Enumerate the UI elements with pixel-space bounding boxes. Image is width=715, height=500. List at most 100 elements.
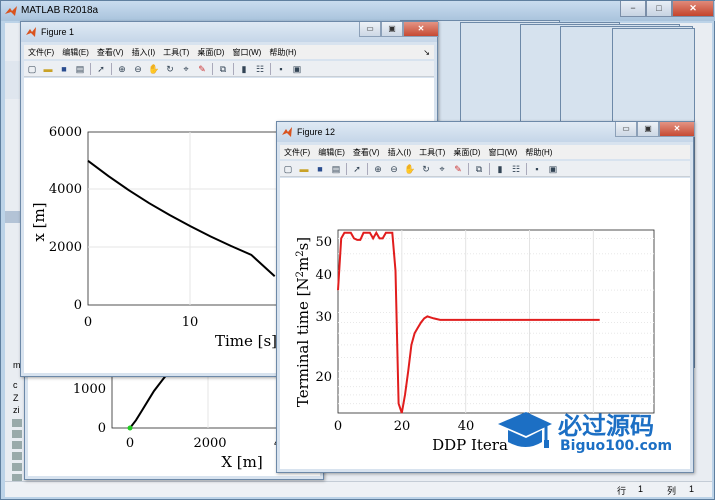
fig1-ytick-2000: 2000 <box>49 240 82 255</box>
fig12-ytick-30: 30 <box>315 310 332 325</box>
menu-view[interactable]: 查看(V) <box>349 147 384 158</box>
menu-help[interactable]: 帮助(H) <box>265 47 300 58</box>
open-folder-icon[interactable]: ▬ <box>42 63 54 75</box>
fig1-ytick-6000: 6000 <box>49 125 82 140</box>
minimize-button[interactable]: − <box>620 1 646 17</box>
menu-desktop[interactable]: 桌面(D) <box>449 147 484 158</box>
open-folder-icon[interactable]: ▬ <box>298 163 310 175</box>
rotate-3d-icon[interactable]: ↻ <box>420 163 432 175</box>
hide-tools-icon[interactable]: ▪ <box>275 63 287 75</box>
variable-icons-column <box>12 419 22 481</box>
watermark: 必过源码 Biguo100.com <box>496 404 692 460</box>
dock-arrow-icon[interactable]: ↘ <box>419 48 434 57</box>
graduation-cap-logo-icon <box>498 412 552 448</box>
data-cursor-icon[interactable]: ⌖ <box>436 163 448 175</box>
figure-12-title: Figure 12 <box>297 127 336 137</box>
zoom-out-icon[interactable]: ⊖ <box>388 163 400 175</box>
brush-icon[interactable]: ✎ <box>196 63 208 75</box>
figure-1-toolbar: ▢ ▬ ■ ▤ ➚ ⊕ ⊖ ✋ ↻ ⌖ ✎ ⧉ ▮ ☷ ▪ ▣ <box>24 61 434 77</box>
rotate-3d-icon[interactable]: ↻ <box>164 63 176 75</box>
figure-1-menubar: 文件(F) 编辑(E) 查看(V) 插入(I) 工具(T) 桌面(D) 窗口(W… <box>24 45 434 59</box>
colorbar-icon[interactable]: ▮ <box>494 163 506 175</box>
link-plot-icon[interactable]: ⧉ <box>217 63 229 75</box>
fig12-ytick-50: 50 <box>315 235 332 250</box>
menu-window[interactable]: 窗口(W) <box>484 147 521 158</box>
toolbar-separator <box>526 162 527 175</box>
new-file-icon[interactable]: ▢ <box>26 63 38 75</box>
menu-edit[interactable]: 编辑(E) <box>58 47 93 58</box>
print-icon[interactable]: ▤ <box>74 63 86 75</box>
figure-12-toolbar: ▢ ▬ ■ ▤ ➚ ⊕ ⊖ ✋ ↻ ⌖ ✎ ⧉ ▮ ☷ ▪ ▣ <box>280 161 690 177</box>
pan-hand-icon[interactable]: ✋ <box>148 63 160 75</box>
lower-ytick-1000: 1000 <box>73 382 106 397</box>
menu-tools[interactable]: 工具(T) <box>415 147 449 158</box>
minimize-button[interactable]: ▭ <box>615 122 637 137</box>
lower-xtick-2000: 2000 <box>193 436 226 451</box>
figure-1-window-controls: ▭ ▣ ✕ <box>359 22 439 38</box>
menu-file[interactable]: 文件(F) <box>280 147 314 158</box>
start-marker <box>127 425 133 431</box>
save-icon[interactable]: ■ <box>314 163 326 175</box>
menu-desktop[interactable]: 桌面(D) <box>193 47 228 58</box>
watermark-url: Biguo100.com <box>560 438 673 454</box>
data-cursor-icon[interactable]: ⌖ <box>180 63 192 75</box>
figure-icon <box>282 127 292 137</box>
menu-help[interactable]: 帮助(H) <box>521 147 556 158</box>
maximize-button[interactable]: □ <box>646 1 672 17</box>
status-col-label: 列 <box>667 486 677 496</box>
menu-edit[interactable]: 编辑(E) <box>314 147 349 158</box>
maximize-button[interactable]: ▣ <box>381 22 403 37</box>
toolbar-separator <box>90 62 91 75</box>
pointer-icon[interactable]: ➚ <box>95 63 107 75</box>
legend-icon[interactable]: ☷ <box>510 163 522 175</box>
menu-tools[interactable]: 工具(T) <box>159 47 193 58</box>
figure-12-menubar: 文件(F) 编辑(E) 查看(V) 插入(I) 工具(T) 桌面(D) 窗口(W… <box>280 145 690 159</box>
main-window-controls: − □ ✕ <box>620 1 714 19</box>
pointer-icon[interactable]: ➚ <box>351 163 363 175</box>
status-row-value: 1 <box>638 484 644 494</box>
fig12-ytick-40: 40 <box>315 268 332 283</box>
status-row-label: 行 <box>617 486 627 496</box>
side-label-zi: zi <box>13 405 20 415</box>
fig1-ytick-4000: 4000 <box>49 182 82 197</box>
pan-hand-icon[interactable]: ✋ <box>404 163 416 175</box>
brush-icon[interactable]: ✎ <box>452 163 464 175</box>
zoom-in-icon[interactable]: ⊕ <box>116 63 128 75</box>
legend-icon[interactable]: ☷ <box>254 63 266 75</box>
fig1-ytick-0: 0 <box>74 298 82 313</box>
menu-window[interactable]: 窗口(W) <box>228 47 265 58</box>
zoom-out-icon[interactable]: ⊖ <box>132 63 144 75</box>
toolbar-separator <box>233 62 234 75</box>
show-tools-icon[interactable]: ▣ <box>547 163 559 175</box>
maximize-button[interactable]: ▣ <box>637 122 659 137</box>
figure-1-title-bar: Figure 1 ▭ ▣ ✕ <box>21 22 439 42</box>
fig1-xlabel: Time [s] <box>215 332 277 350</box>
fig12-xtick-20: 20 <box>394 419 411 434</box>
close-button[interactable]: ✕ <box>672 1 714 17</box>
menu-view[interactable]: 查看(V) <box>93 47 128 58</box>
lower-xlabel: X [m] <box>221 453 262 471</box>
figure-1-title: Figure 1 <box>41 27 75 37</box>
hide-tools-icon[interactable]: ▪ <box>531 163 543 175</box>
minimize-button[interactable]: ▭ <box>359 22 381 37</box>
zoom-in-icon[interactable]: ⊕ <box>372 163 384 175</box>
menu-insert[interactable]: 插入(I) <box>384 147 416 158</box>
fig12-ylabel: Terminal time [N2m2s] <box>294 237 312 407</box>
new-file-icon[interactable]: ▢ <box>282 163 294 175</box>
figure-12-window-controls: ▭ ▣ ✕ <box>615 122 695 138</box>
lower-xtick-0: 0 <box>126 436 134 451</box>
save-icon[interactable]: ■ <box>58 63 70 75</box>
status-bar: 行 1 列 1 <box>5 481 712 497</box>
menu-file[interactable]: 文件(F) <box>24 47 58 58</box>
close-button[interactable]: ✕ <box>403 22 439 37</box>
toolbar-separator <box>212 62 213 75</box>
toolbar-separator <box>111 62 112 75</box>
show-tools-icon[interactable]: ▣ <box>291 63 303 75</box>
colorbar-icon[interactable]: ▮ <box>238 63 250 75</box>
print-icon[interactable]: ▤ <box>330 163 342 175</box>
menu-insert[interactable]: 插入(I) <box>128 47 160 58</box>
close-button[interactable]: ✕ <box>659 122 695 137</box>
link-plot-icon[interactable]: ⧉ <box>473 163 485 175</box>
side-label-z: Z <box>13 393 19 403</box>
main-title: MATLAB R2018a <box>21 5 99 16</box>
